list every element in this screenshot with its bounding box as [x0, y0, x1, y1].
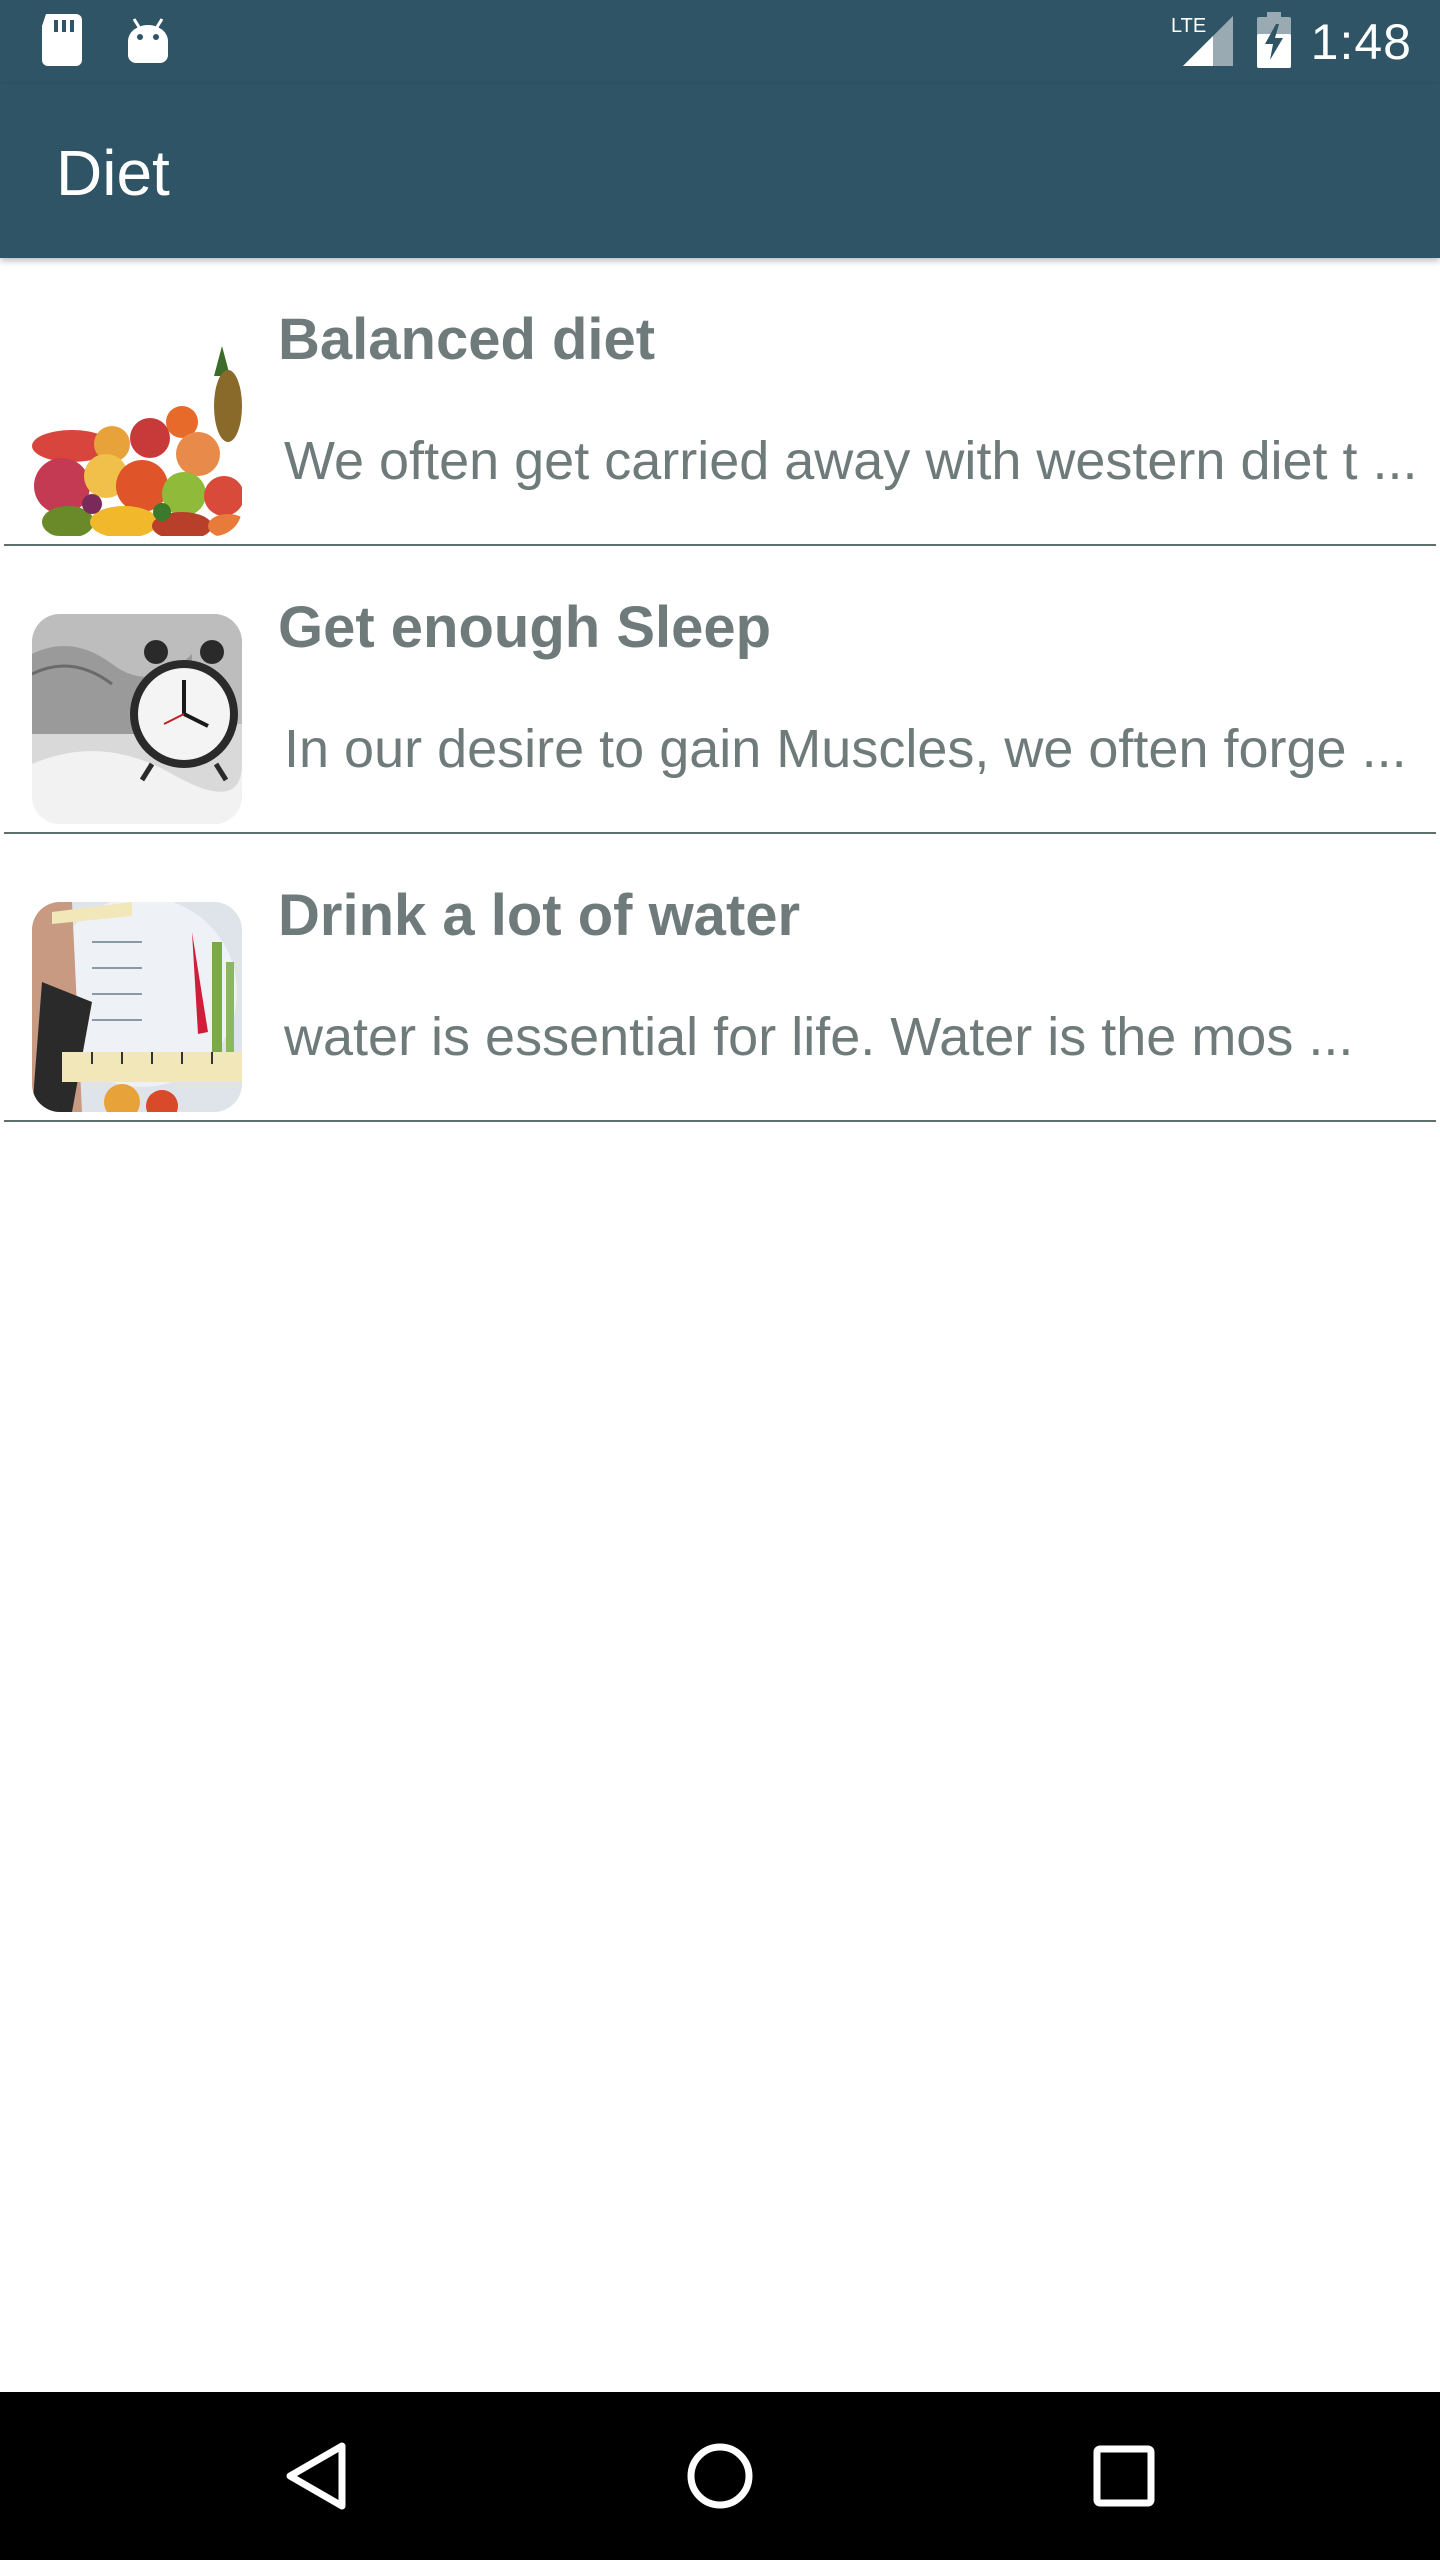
list-item[interactable]: Drink a lot of water water is essential … — [4, 834, 1436, 1122]
app-bar: Diet — [0, 84, 1440, 258]
sd-card-icon — [40, 13, 84, 71]
scale-measuring-tape-image — [32, 902, 242, 1112]
fruits-image — [32, 326, 242, 536]
status-bar: LTE 1:48 — [0, 0, 1440, 84]
home-icon[interactable] — [674, 2430, 766, 2522]
list-item-title: Get enough Sleep — [278, 595, 772, 660]
navigation-bar — [0, 2392, 1440, 2560]
network-label: LTE — [1171, 15, 1206, 37]
list-item[interactable]: Get enough Sleep In our desire to gain M… — [4, 546, 1436, 834]
list-item-description: water is essential for life. Water is th… — [284, 1007, 1354, 1067]
list-item-title: Drink a lot of water — [278, 883, 801, 948]
list-item-title: Balanced diet — [278, 307, 656, 372]
recents-icon[interactable] — [1078, 2430, 1170, 2522]
page-title: Diet — [56, 137, 170, 209]
list-item-description: In our desire to gain Muscles, we often … — [284, 719, 1407, 779]
battery-charging-icon — [1256, 11, 1291, 73]
android-icon — [126, 17, 170, 68]
list-item-description: We often get carried away with western d… — [284, 431, 1418, 491]
list-item[interactable]: Balanced diet We often get carried away … — [4, 258, 1436, 546]
alarm-clock-image — [32, 614, 242, 824]
back-icon[interactable] — [270, 2430, 362, 2522]
status-time: 1:48 — [1310, 14, 1412, 70]
article-list: Balanced diet We often get carried away … — [0, 258, 1440, 1122]
lte-signal-icon: LTE — [1171, 12, 1237, 73]
